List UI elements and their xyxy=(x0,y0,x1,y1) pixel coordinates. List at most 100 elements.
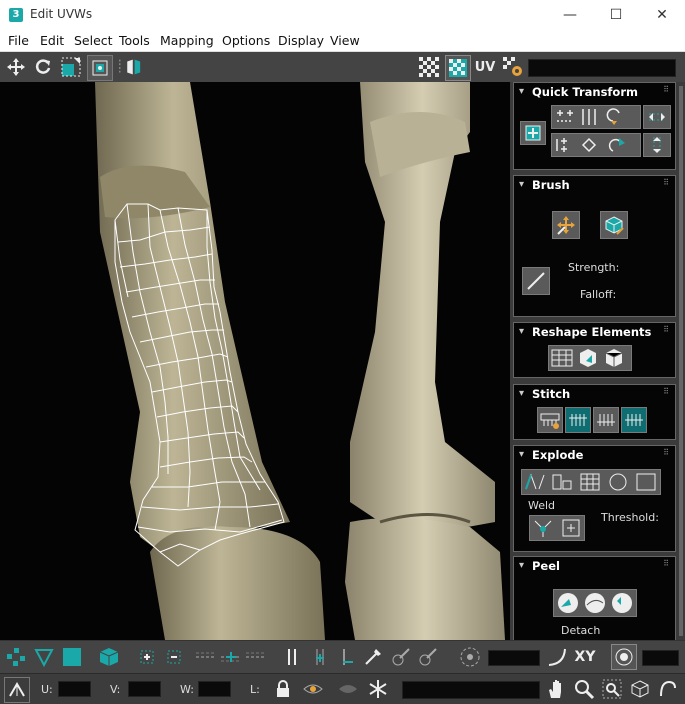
flip-horizontal-button[interactable] xyxy=(643,105,671,129)
minimize-button[interactable]: — xyxy=(547,0,593,30)
polygon-select-icon[interactable] xyxy=(60,645,84,669)
soft-select-icon[interactable] xyxy=(458,645,482,669)
align-button[interactable] xyxy=(520,121,546,145)
zoom-extents-icon[interactable] xyxy=(628,677,652,701)
uv-toggle-button[interactable]: UV xyxy=(473,55,497,79)
map-dropdown[interactable] xyxy=(528,59,676,77)
vertex-select-icon[interactable] xyxy=(4,645,28,669)
menu-select[interactable]: Select xyxy=(74,33,113,48)
grip-icon: ⠿ xyxy=(663,448,670,457)
freeform-icon[interactable] xyxy=(87,55,113,81)
paint-shrink-icon[interactable] xyxy=(416,645,440,669)
reshape-elements-title[interactable]: Reshape Elements xyxy=(514,323,675,341)
uv-viewport[interactable] xyxy=(0,82,510,640)
ring-shrink-icon[interactable] xyxy=(335,645,359,669)
menu-view[interactable]: View xyxy=(330,33,360,48)
stitch-rollout: Stitch ⠿ xyxy=(513,384,676,440)
menu-options[interactable]: Options xyxy=(222,33,270,48)
menu-edit[interactable]: Edit xyxy=(40,33,64,48)
w-value-field[interactable] xyxy=(198,681,231,697)
maximize-button[interactable]: ☐ xyxy=(593,0,639,30)
absolute-relative-icon[interactable] xyxy=(4,677,30,703)
brush-title[interactable]: Brush xyxy=(514,176,675,194)
stitch-title[interactable]: Stitch xyxy=(514,385,675,403)
stitch-custom-button[interactable] xyxy=(537,407,563,433)
u-value-field[interactable] xyxy=(58,681,91,697)
checker-icon[interactable] xyxy=(417,55,441,79)
falloff-curve-icon[interactable] xyxy=(545,645,569,669)
l-label: L: xyxy=(250,683,260,696)
falloff-label: Falloff: xyxy=(580,288,617,301)
w-label: W: xyxy=(180,683,194,696)
stitch-to-source-button[interactable] xyxy=(565,407,591,433)
grip-icon: ⠿ xyxy=(663,178,670,187)
filter-dropdown[interactable] xyxy=(402,681,540,699)
quick-transform-rollout: Quick Transform ⠿ xyxy=(513,82,676,170)
brush-rollout: Brush ⠿ Strength: Falloff: xyxy=(513,175,676,317)
weld-label: Weld xyxy=(528,499,556,512)
peel-tools-group[interactable] xyxy=(553,589,637,617)
checker-teal-icon[interactable] xyxy=(445,55,471,81)
brush-falloff-button[interactable] xyxy=(522,267,550,295)
rotate-icon[interactable] xyxy=(31,55,55,79)
mirror-icon[interactable] xyxy=(118,55,142,79)
map-settings-icon[interactable] xyxy=(501,55,525,79)
v-value-field[interactable] xyxy=(128,681,161,697)
stitch-average-button[interactable] xyxy=(593,407,619,433)
hide-icon[interactable] xyxy=(336,677,360,701)
explode-title[interactable]: Explode xyxy=(514,446,675,464)
edge-distance-field[interactable] xyxy=(642,650,679,666)
element-select-icon[interactable] xyxy=(97,645,121,669)
snap-icon[interactable] xyxy=(656,677,680,701)
ring-select-icon[interactable] xyxy=(280,645,304,669)
peel-rollout: Peel ⠿ Detach xyxy=(513,556,676,642)
panel-scrollbar[interactable] xyxy=(679,86,683,636)
app-logo-icon: 3 xyxy=(9,8,23,22)
window-title: Edit UVWs xyxy=(30,7,93,21)
bottom-toolbar-transform: U: V: W: L: xyxy=(0,673,685,704)
relax-brush-button[interactable] xyxy=(600,211,628,239)
scale-icon[interactable] xyxy=(59,55,83,79)
break-tools-group[interactable] xyxy=(521,469,661,495)
edge-select-icon[interactable] xyxy=(32,645,56,669)
hand-icon[interactable] xyxy=(544,677,568,701)
command-panel: Quick Transform ⠿ Brush ⠿ Strength: F xyxy=(510,82,685,642)
grow-select-icon[interactable] xyxy=(135,645,159,669)
lock-icon[interactable] xyxy=(271,677,295,701)
menu-display[interactable]: Display xyxy=(278,33,324,48)
grip-icon: ⠿ xyxy=(663,387,670,396)
title-bar: 3 Edit UVWs — ☐ ✕ xyxy=(0,0,685,30)
zoom-region-icon[interactable] xyxy=(600,677,624,701)
menu-file[interactable]: File xyxy=(8,33,29,48)
snowflake-icon[interactable] xyxy=(366,677,390,701)
edge-distance-icon[interactable] xyxy=(611,644,637,670)
eye-icon[interactable] xyxy=(301,677,325,701)
ring-grow-icon[interactable] xyxy=(308,645,332,669)
zoom-icon[interactable] xyxy=(572,677,596,701)
menu-mapping[interactable]: Mapping xyxy=(160,33,214,48)
paint-select-icon[interactable] xyxy=(361,645,385,669)
grip-icon: ⠿ xyxy=(663,559,670,568)
flip-vertical-button[interactable] xyxy=(643,133,671,157)
stitch-to-target-button[interactable] xyxy=(621,407,647,433)
v-label: V: xyxy=(110,683,121,696)
menu-tools[interactable]: Tools xyxy=(119,33,150,48)
loop-ring-group[interactable] xyxy=(193,645,269,669)
peel-title[interactable]: Peel xyxy=(514,557,675,575)
explode-rollout: Explode ⠿ Weld Threshold: xyxy=(513,445,676,552)
close-button[interactable]: ✕ xyxy=(639,0,685,30)
menu-bar: File Edit Select Tools Mapping Options D… xyxy=(0,30,685,52)
paint-move-button[interactable] xyxy=(552,211,580,239)
weld-buttons-group[interactable] xyxy=(529,515,585,541)
xy-space-button[interactable]: XY xyxy=(573,645,597,669)
falloff-value-field[interactable] xyxy=(488,650,540,666)
move-icon[interactable] xyxy=(4,55,28,79)
align-horizontal-group[interactable] xyxy=(551,105,641,129)
texture-image xyxy=(0,82,510,640)
shrink-select-icon[interactable] xyxy=(162,645,186,669)
quick-transform-title[interactable]: Quick Transform xyxy=(514,83,675,101)
paint-grow-icon[interactable] xyxy=(389,645,413,669)
reshape-tools-group[interactable] xyxy=(548,345,632,371)
strength-label: Strength: xyxy=(568,261,620,274)
align-vertical-group[interactable] xyxy=(551,133,641,157)
